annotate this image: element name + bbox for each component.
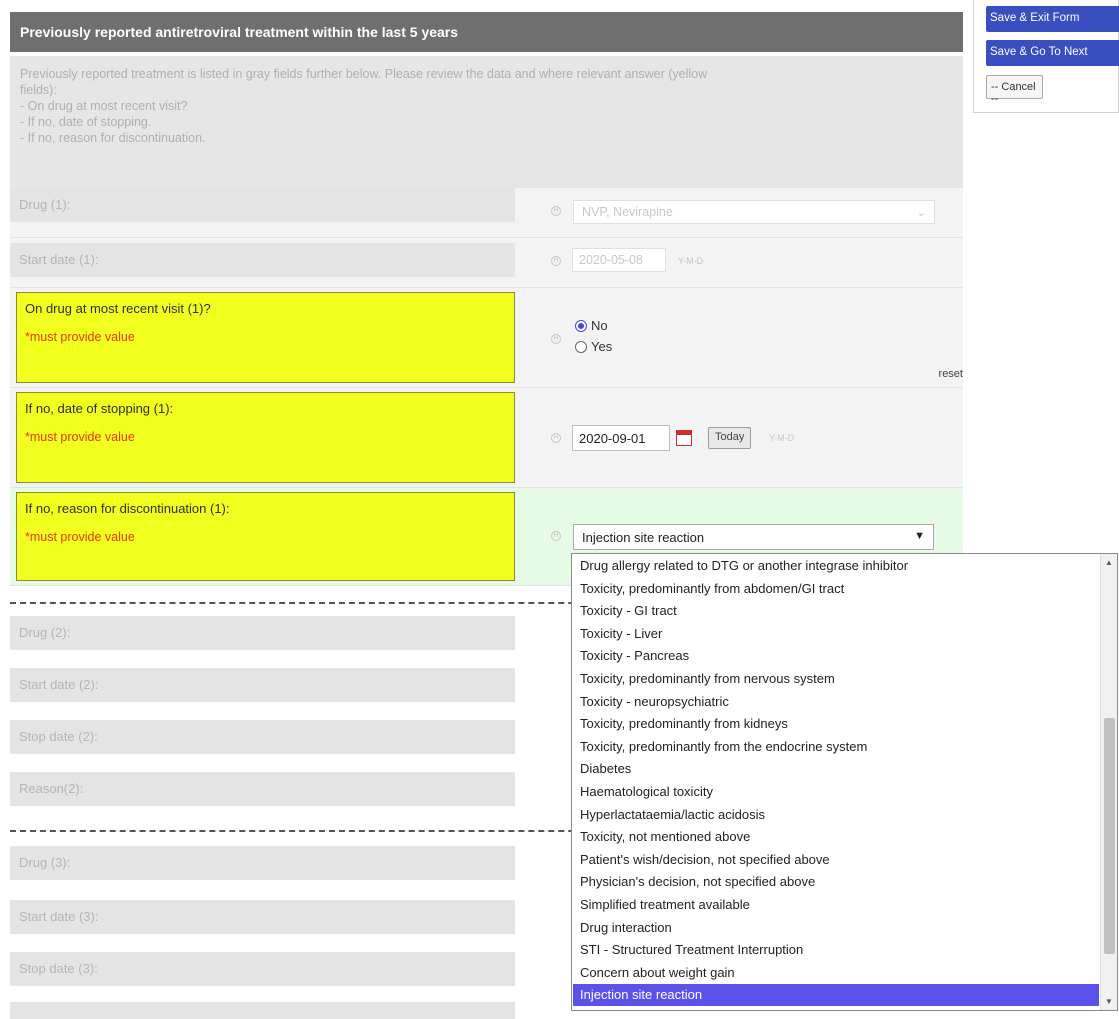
dropdown-option[interactable]: Toxicity, not mentioned above <box>580 826 750 848</box>
scroll-up-icon[interactable]: ▲ <box>1105 558 1113 567</box>
chevron-down-icon: ▼ <box>914 530 925 542</box>
history-icon[interactable]: H <box>551 256 561 266</box>
question-text: If no, date of stopping (1): <box>25 401 174 416</box>
field-label: Drug (2): <box>10 616 515 650</box>
description-line: - On drug at most recent visit? <box>20 99 188 113</box>
reason-select[interactable]: Injection site reaction ▼ <box>573 524 934 550</box>
required-warning: *must provide value <box>25 330 135 344</box>
dropdown-option[interactable]: Drug allergy related to DTG or another i… <box>580 555 908 577</box>
description-line: - If no, date of stopping. <box>20 115 152 129</box>
history-icon[interactable]: H <box>551 206 561 216</box>
radio-button-selected[interactable] <box>575 319 587 332</box>
history-icon[interactable]: H <box>551 531 561 541</box>
chevron-down-icon: ⌄ <box>916 207 926 219</box>
save-panel: Save & Exit Form Save & Go To Next -- Ca… <box>973 0 1119 113</box>
dropdown-option[interactable]: Toxicity - GI tract <box>580 600 677 622</box>
description-line: fields): <box>20 83 57 97</box>
save-exit-button[interactable]: Save & Exit Form <box>986 6 1119 32</box>
dropdown-option[interactable]: Toxicity - Pancreas <box>580 645 689 667</box>
field-label: Start date (1): <box>10 243 515 277</box>
radio-label: Yes <box>591 339 613 354</box>
required-field-label: If no, date of stopping (1): *must provi… <box>16 392 515 483</box>
dropdown-option[interactable]: Concern about weight gain <box>580 962 735 984</box>
field-label: Drug (1): <box>10 188 515 222</box>
question-text: On drug at most recent visit (1)? <box>25 301 211 316</box>
save-next-button[interactable]: Save & Go To Next <box>986 40 1119 66</box>
dropdown-option[interactable]: Toxicity, predominantly from abdomen/GI … <box>580 578 844 600</box>
cancel-button[interactable]: -- Cancel -- <box>986 75 1043 105</box>
drug-1-select: NVP, Nevirapine ⌄ <box>573 200 935 224</box>
required-field-label: If no, reason for discontinuation (1): *… <box>16 492 515 581</box>
start-date-1-input: 2020-05-08 <box>572 248 666 272</box>
required-warning: *must provide value <box>25 530 135 544</box>
dropdown-option[interactable]: Hyperlactataemia/lactic acidosis <box>580 804 765 826</box>
field-label <box>10 1002 515 1019</box>
dropdown-option[interactable]: Toxicity, predominantly from the endocri… <box>580 736 867 758</box>
dropdown-scrollbar[interactable]: ▲ ▼ <box>1100 554 1117 1010</box>
history-icon[interactable]: H <box>551 433 561 443</box>
row-on-drug: On drug at most recent visit (1)? *must … <box>10 288 963 388</box>
dropdown-option[interactable]: Simplified treatment available <box>580 894 750 916</box>
row-drug-1: Drug (1): H NVP, Nevirapine ⌄ <box>10 188 963 238</box>
scroll-thumb[interactable] <box>1104 718 1115 954</box>
dropdown-option[interactable]: STI - Structured Treatment Interruption <box>580 939 803 961</box>
dropdown-option[interactable]: Physician's decision, not specified abov… <box>580 871 815 893</box>
radio-button[interactable] <box>575 340 587 353</box>
row-start-date-1: Start date (1): H 2020-05-08 Y-M-D <box>10 238 963 288</box>
row-stop-date: If no, date of stopping (1): *must provi… <box>10 388 963 488</box>
stop-date-input[interactable]: 2020-09-01 <box>572 425 670 451</box>
field-label: Reason(2): <box>10 772 515 806</box>
dropdown-option[interactable]: Haematological toxicity <box>580 781 713 803</box>
description-line: - If no, reason for discontinuation. <box>20 131 206 145</box>
required-field-label: On drug at most recent visit (1)? *must … <box>16 292 515 383</box>
field-label: Start date (2): <box>10 668 515 702</box>
date-format-hint: Y-M-D <box>769 433 795 443</box>
reason-dropdown-list[interactable]: Drug allergy related to DTG or another i… <box>571 553 1118 1011</box>
field-label: Stop date (2): <box>10 720 515 754</box>
dropdown-option[interactable]: Patient's wish/decision, not specified a… <box>580 849 830 871</box>
reset-link[interactable]: reset <box>939 368 963 380</box>
description-line: Previously reported treatment is listed … <box>20 67 708 81</box>
today-button[interactable]: Today <box>708 427 752 449</box>
dropdown-option[interactable]: Toxicity, predominantly from nervous sys… <box>580 668 835 690</box>
scroll-down-icon[interactable]: ▼ <box>1105 997 1113 1006</box>
field-label: Start date (3): <box>10 900 515 934</box>
dropdown-option-selected[interactable]: Injection site reaction <box>573 984 1099 1007</box>
question-text: If no, reason for discontinuation (1): <box>25 501 230 516</box>
field-label: Stop date (3): <box>10 952 515 986</box>
required-warning: *must provide value <box>25 430 135 444</box>
drug-1-value: NVP, Nevirapine <box>582 205 673 219</box>
dropdown-option[interactable]: Toxicity - Liver <box>580 623 662 645</box>
dropdown-option[interactable]: Diabetes <box>580 758 631 780</box>
date-format-hint: Y-M-D <box>678 256 704 266</box>
section-description: Previously reported treatment is listed … <box>10 56 963 192</box>
radio-no[interactable]: No <box>575 318 608 333</box>
field-label: Drug (3): <box>10 846 515 880</box>
radio-label: No <box>591 318 608 333</box>
reason-select-value: Injection site reaction <box>582 530 705 545</box>
history-icon[interactable]: H <box>551 334 561 344</box>
dropdown-option[interactable]: Drug interaction <box>580 917 672 939</box>
radio-yes[interactable]: Yes <box>575 339 612 354</box>
calendar-icon[interactable] <box>676 430 692 446</box>
section-header: Previously reported antiretroviral treat… <box>10 12 963 52</box>
dropdown-option[interactable]: Toxicity - neuropsychiatric <box>580 691 729 713</box>
dropdown-option[interactable]: Toxicity, predominantly from kidneys <box>580 713 788 735</box>
